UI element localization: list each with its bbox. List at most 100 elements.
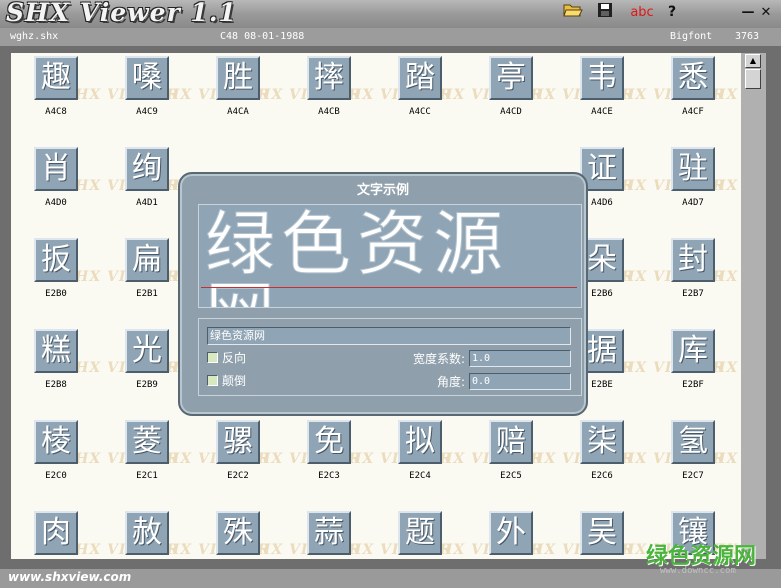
glyph-tile[interactable]: 棱 xyxy=(34,420,78,464)
glyph-code: E2B0 xyxy=(45,289,67,299)
glyph-tile[interactable]: 胜 xyxy=(216,56,260,100)
save-button[interactable] xyxy=(595,3,615,21)
glyph-code: E2C3 xyxy=(318,471,340,481)
glyph-cell[interactable]: 光 E2B9 xyxy=(115,326,179,400)
glyph-cell[interactable]: 吴 xyxy=(570,508,634,559)
glyph-cell[interactable]: 柒 E2C6 xyxy=(570,417,634,491)
glyph-tile[interactable]: 扳 xyxy=(34,238,78,282)
glyph-cell[interactable]: 肉 xyxy=(24,508,88,559)
invert-checkbox[interactable]: 颠倒 xyxy=(207,372,246,388)
glyph-tile[interactable]: 糕 xyxy=(34,329,78,373)
glyph-cell[interactable]: 菱 E2C1 xyxy=(115,417,179,491)
glyph-cell[interactable]: 驻 A4D7 xyxy=(661,144,725,218)
minimize-button[interactable]: — xyxy=(740,4,756,20)
invert-checkbox-box[interactable] xyxy=(207,374,218,386)
glyph-cell[interactable]: 题 xyxy=(388,508,452,559)
glyph-cell[interactable]: 骡 E2C2 xyxy=(206,417,270,491)
open-file-button[interactable] xyxy=(562,3,584,21)
glyph-cell[interactable]: 亭 A4CD xyxy=(479,53,543,127)
glyph-tile[interactable]: 库 xyxy=(671,329,715,373)
glyph-cell[interactable]: 蒜 xyxy=(297,508,361,559)
glyph-tile[interactable]: 韦 xyxy=(580,56,624,100)
glyph-code: A4D1 xyxy=(136,198,158,208)
glyph-cell[interactable]: 绚 A4D1 xyxy=(115,144,179,218)
glyph-tile[interactable]: 吴 xyxy=(580,511,624,555)
glyph-tile[interactable]: 蒜 xyxy=(307,511,351,555)
glyph-tile[interactable]: 趣 xyxy=(34,56,78,100)
glyph-cell[interactable]: 赔 E2C5 xyxy=(479,417,543,491)
glyph-count-label: 3763 xyxy=(735,31,760,42)
width-factor-input[interactable]: 1.0 xyxy=(469,350,571,367)
font-type-label: Bigfont xyxy=(670,31,713,42)
vertical-scrollbar[interactable]: ▲ xyxy=(741,53,766,559)
glyph-cell[interactable]: 摔 A4CB xyxy=(297,53,361,127)
glyph-tile[interactable]: 肉 xyxy=(34,511,78,555)
glyph-tile[interactable]: 菱 xyxy=(125,420,169,464)
angle-input[interactable]: 0.0 xyxy=(469,373,571,390)
glyph-tile[interactable]: 嗓 xyxy=(125,56,169,100)
website-link[interactable]: www.shxview.com xyxy=(8,570,131,584)
options-panel: 绿色资源网 反向 颠倒 宽度系数: 1.0 角度: 0.0 xyxy=(198,318,582,396)
font-sample-button[interactable]: abc xyxy=(628,3,656,21)
glyph-tile[interactable]: 柒 xyxy=(580,420,624,464)
glyph-cell[interactable]: 嗓 A4C9 xyxy=(115,53,179,127)
glyph-tile[interactable]: 踏 xyxy=(398,56,442,100)
glyph-tile[interactable]: 拟 xyxy=(398,420,442,464)
glyph-cell[interactable]: 免 E2C3 xyxy=(297,417,361,491)
glyph-cell[interactable]: 库 E2BF xyxy=(661,326,725,400)
glyph-tile[interactable]: 肖 xyxy=(34,147,78,191)
dialog-title: 文字示例 xyxy=(356,183,409,198)
glyph-code: E2C5 xyxy=(500,471,522,481)
glyph-tile[interactable]: 赦 xyxy=(125,511,169,555)
reverse-checkbox-box[interactable] xyxy=(207,351,218,363)
glyph-code: A4CE xyxy=(591,107,613,117)
glyph-cell[interactable]: 拟 E2C4 xyxy=(388,417,452,491)
glyph-tile[interactable]: 题 xyxy=(398,511,442,555)
glyph-cell[interactable]: 悉 A4CF xyxy=(661,53,725,127)
glyph-code: A4D0 xyxy=(45,198,67,208)
glyph-cell[interactable]: 棱 E2C0 xyxy=(24,417,88,491)
glyph-tile[interactable]: 封 xyxy=(671,238,715,282)
glyph-cell[interactable]: 赦 xyxy=(115,508,179,559)
glyph-tile[interactable]: 骡 xyxy=(216,420,260,464)
scroll-thumb[interactable] xyxy=(745,69,761,89)
glyph-cell[interactable]: 外 xyxy=(479,508,543,559)
glyph-cell[interactable]: 趣 A4C8 xyxy=(24,53,88,127)
glyph-cell[interactable]: 扁 E2B1 xyxy=(115,235,179,309)
glyph-cell[interactable]: 殊 xyxy=(206,508,270,559)
glyph-tile[interactable]: 驻 xyxy=(671,147,715,191)
glyph-cell[interactable]: 封 E2B7 xyxy=(661,235,725,309)
glyph-cell[interactable]: 韦 A4CE xyxy=(570,53,634,127)
text-sample-dialog: 文字示例 绿色资源网 绿色资源网 反向 颠倒 宽度系数: 1.0 角度: 0.0 xyxy=(178,172,588,416)
app-title: SHX Viewer 1.1 xyxy=(6,0,237,27)
glyph-tile[interactable]: 赔 xyxy=(489,420,533,464)
glyph-tile[interactable]: 外 xyxy=(489,511,533,555)
glyph-cell[interactable]: 扳 E2B0 xyxy=(24,235,88,309)
help-button[interactable]: ? xyxy=(664,3,680,21)
glyph-tile[interactable]: 光 xyxy=(125,329,169,373)
glyph-tile[interactable]: 氢 xyxy=(671,420,715,464)
glyph-tile[interactable]: 绚 xyxy=(125,147,169,191)
glyph-tile[interactable]: 殊 xyxy=(216,511,260,555)
glyph-cell[interactable]: 肖 A4D0 xyxy=(24,144,88,218)
glyph-tile[interactable]: 亭 xyxy=(489,56,533,100)
glyph-code: A4D7 xyxy=(682,198,704,208)
glyph-code: A4CD xyxy=(500,107,522,117)
glyph-tile[interactable]: 扁 xyxy=(125,238,169,282)
reverse-checkbox[interactable]: 反向 xyxy=(207,349,246,365)
glyph-code: A4CF xyxy=(682,107,704,117)
close-button[interactable]: ✕ xyxy=(758,4,774,20)
glyph-tile[interactable]: 免 xyxy=(307,420,351,464)
glyph-code: E2BF xyxy=(682,380,704,390)
filename-label: wghz.shx xyxy=(10,31,59,42)
sample-text-input[interactable]: 绿色资源网 xyxy=(207,327,571,345)
scroll-up-arrow-icon[interactable]: ▲ xyxy=(745,54,761,68)
glyph-cell[interactable]: 胜 A4CA xyxy=(206,53,270,127)
glyph-cell[interactable]: 踏 A4CC xyxy=(388,53,452,127)
glyph-tile[interactable]: 摔 xyxy=(307,56,351,100)
glyph-cell[interactable]: 糕 E2B8 xyxy=(24,326,88,400)
glyph-tile[interactable]: 悉 xyxy=(671,56,715,100)
glyph-cell[interactable]: 氢 E2C7 xyxy=(661,417,725,491)
glyph-code: E2C4 xyxy=(409,471,431,481)
glyph-code: E2B7 xyxy=(682,289,704,299)
